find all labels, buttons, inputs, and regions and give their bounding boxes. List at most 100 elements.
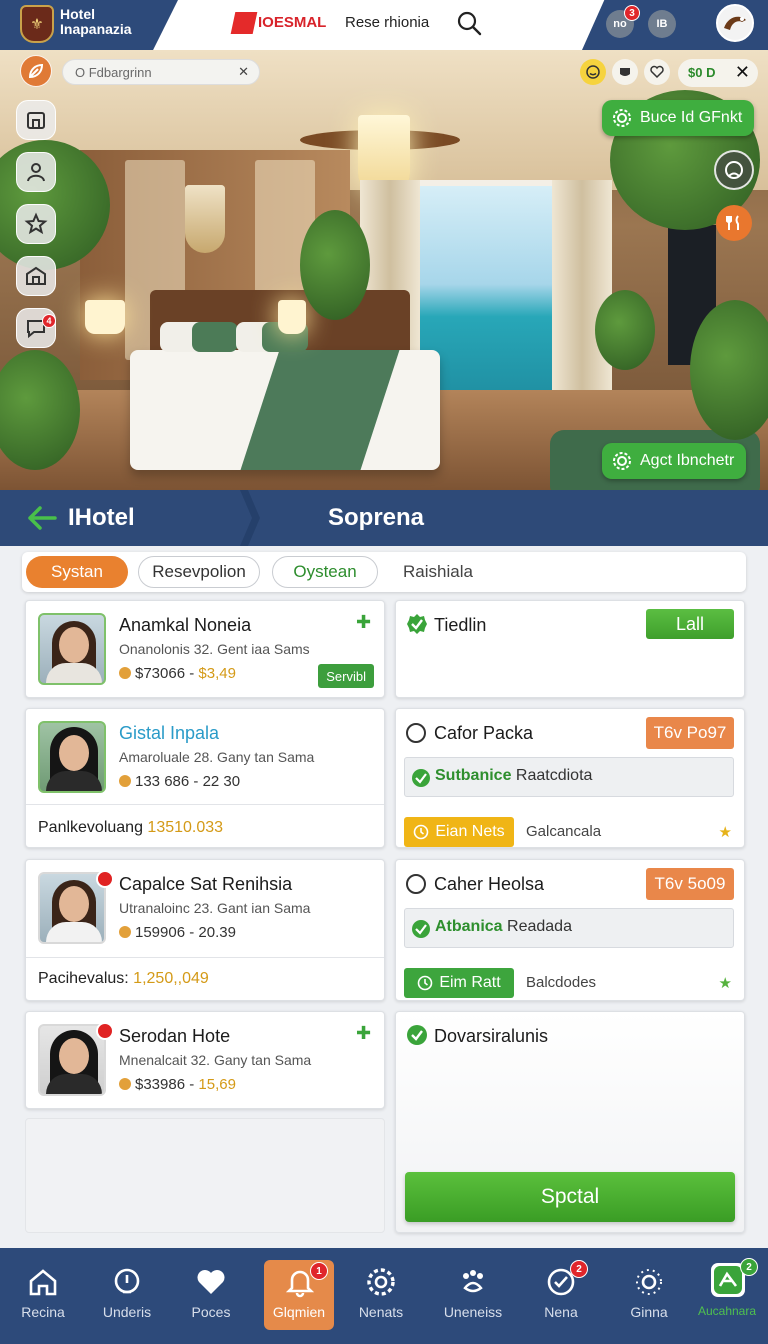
brand-link[interactable]: IOESMAL <box>258 14 326 31</box>
hotel-map-button[interactable] <box>16 256 56 296</box>
summary-title: Dovarsiralunis <box>434 1026 549 1046</box>
status-row: Sutbanice Raatcdiota <box>404 757 734 797</box>
clear-search-icon[interactable]: ✕ <box>238 64 249 80</box>
nav-badge: 2 <box>570 1260 588 1278</box>
tab-raishiala[interactable]: Raishiala <box>390 556 486 588</box>
action-chip[interactable]: Eian Nets <box>404 817 514 847</box>
action-chip-label: Eian Nets <box>435 823 505 840</box>
coin-icon <box>119 775 131 787</box>
nav-item-home[interactable]: Recina <box>0 1248 86 1344</box>
guest-price-rate: 22 30 <box>202 773 241 790</box>
breadcrumb-separator <box>240 490 260 546</box>
status-value: Readada <box>507 918 572 935</box>
brand-logo-icon <box>230 12 258 34</box>
guest-footer-value: 13510.033 <box>147 819 224 836</box>
puzzle-icon[interactable]: ✚ <box>356 1024 374 1042</box>
coin-icon <box>119 1078 131 1090</box>
top-bar: ⚜ Hotel Inapanazia IOESMAL Rese rhionia … <box>0 0 768 50</box>
nav-item-settings[interactable]: Nenats <box>338 1248 424 1344</box>
reception-button[interactable] <box>16 100 56 140</box>
smiley-icon[interactable] <box>580 59 606 85</box>
check-badge-icon <box>407 614 427 634</box>
guest-name: Gistal Inpala <box>119 723 220 743</box>
guest-card[interactable]: Serodan Hote Mnenalcait 32. Gany tan Sam… <box>25 1011 385 1109</box>
chat-badge: 4 <box>42 314 56 328</box>
tab-bar: Systan Resevpolion Oystean Raishiala <box>22 552 746 592</box>
service-button[interactable]: Servibl <box>318 664 374 688</box>
agent-chip[interactable]: Agct Ibnchetr <box>602 443 747 479</box>
status-label: Atbanica <box>435 918 503 935</box>
nav-item-underis[interactable]: Underis <box>84 1248 170 1344</box>
back-title[interactable]: IHotel <box>68 504 135 532</box>
wall-shield-decor <box>185 185 225 253</box>
nav-label: Nena <box>544 1304 578 1320</box>
book-now-chip[interactable]: Buce Id GFnkt <box>602 100 755 136</box>
nav-item-alerts[interactable]: 1 Glqmien <box>252 1248 338 1344</box>
package-card[interactable]: Cafor Packa T6v Po97 Sutbanice Raatcdiot… <box>395 708 745 848</box>
package-label: Balcdodes <box>526 974 597 991</box>
nav-item-favorites[interactable]: Poces <box>168 1248 254 1344</box>
avatar-bird-icon <box>724 16 746 30</box>
plant <box>300 210 370 320</box>
guest-photo <box>38 1024 106 1096</box>
empty-card <box>25 1118 385 1233</box>
star-icon[interactable]: ★ <box>719 823 732 841</box>
special-button[interactable]: Spctal <box>405 1172 735 1222</box>
menu-button[interactable] <box>20 55 52 87</box>
profile-round-button[interactable] <box>714 150 754 190</box>
guest-card[interactable]: Anamkal Noneia Onanolonis 32. Gent iaa S… <box>25 600 385 698</box>
hotel-logo[interactable]: ⚜ <box>20 5 54 43</box>
star-outline-icon <box>24 212 48 235</box>
person-icon <box>27 163 45 182</box>
star-icon[interactable]: ★ <box>719 974 732 992</box>
action-chip[interactable]: Eim Ratt <box>404 968 514 998</box>
dining-round-button[interactable] <box>716 205 752 241</box>
nav-item-ginna[interactable]: Ginna <box>606 1248 692 1344</box>
nav-item-pets[interactable]: Uneneiss <box>430 1248 516 1344</box>
user-avatar[interactable] <box>716 4 754 42</box>
coin-icon <box>119 926 131 938</box>
balance-pill[interactable]: $0 D ✕ <box>678 59 758 87</box>
guest-button[interactable] <box>16 152 56 192</box>
coin-icon <box>119 667 131 679</box>
hotel-icon <box>26 266 46 285</box>
status-value: Raatcdiota <box>515 767 593 784</box>
price-tag[interactable]: T6v Po97 <box>646 717 734 749</box>
user-outline-icon <box>725 161 743 179</box>
search-input-text: O Fdbargrinn <box>75 65 152 80</box>
mask-icon[interactable] <box>612 59 638 85</box>
package-card[interactable]: Caher Heolsa T6v 5o09 Atbanica Readada E… <box>395 859 745 1001</box>
tab-resevpolion[interactable]: Resevpolion <box>138 556 260 588</box>
guest-card[interactable]: Capalce Sat Renihsia Utranaloinc 23. Gan… <box>25 859 385 1001</box>
explore-button[interactable] <box>16 204 56 244</box>
puzzle-icon[interactable]: ✚ <box>356 613 374 631</box>
task-card[interactable]: Tiedlin Lall <box>395 600 745 698</box>
status-label: Sutbanice <box>435 767 512 784</box>
clock-icon <box>414 824 429 840</box>
search-input[interactable]: O Fdbargrinn ✕ <box>62 59 260 85</box>
price-tag[interactable]: T6v 5o09 <box>646 868 734 900</box>
nav-badge: 2 <box>740 1258 758 1276</box>
heart-outline-icon[interactable] <box>644 59 670 85</box>
search-icon[interactable] <box>455 9 483 37</box>
call-button[interactable]: Lall <box>646 609 734 639</box>
check-badge-icon <box>412 769 430 787</box>
home-icon <box>29 1269 57 1296</box>
reservation-link[interactable]: Rese rhionia <box>345 14 429 31</box>
nav-label: Poces <box>191 1304 231 1320</box>
tab-oystean[interactable]: Oystean <box>272 556 378 588</box>
pillow <box>192 322 238 352</box>
nav-item-tasks[interactable]: 2 Nena <box>518 1248 604 1344</box>
guest-footer-label: Pacihevalus: <box>38 970 129 987</box>
nav-label: Nenats <box>358 1304 404 1320</box>
id-button[interactable]: IB <box>648 10 676 38</box>
guest-price-rate: $3,49 <box>198 665 236 682</box>
plant <box>595 290 655 370</box>
guest-price-rate: 20.39 <box>198 924 236 941</box>
nav-item-aucahnara[interactable]: 2 Aucahnara <box>684 1248 768 1344</box>
back-arrow-icon[interactable] <box>26 503 58 533</box>
close-icon[interactable]: ✕ <box>735 62 750 83</box>
guest-card[interactable]: Gistal Inpala Amaroluale 28. Gany tan Sa… <box>25 708 385 848</box>
tab-systan[interactable]: Systan <box>26 556 128 588</box>
status-dot <box>96 870 114 888</box>
